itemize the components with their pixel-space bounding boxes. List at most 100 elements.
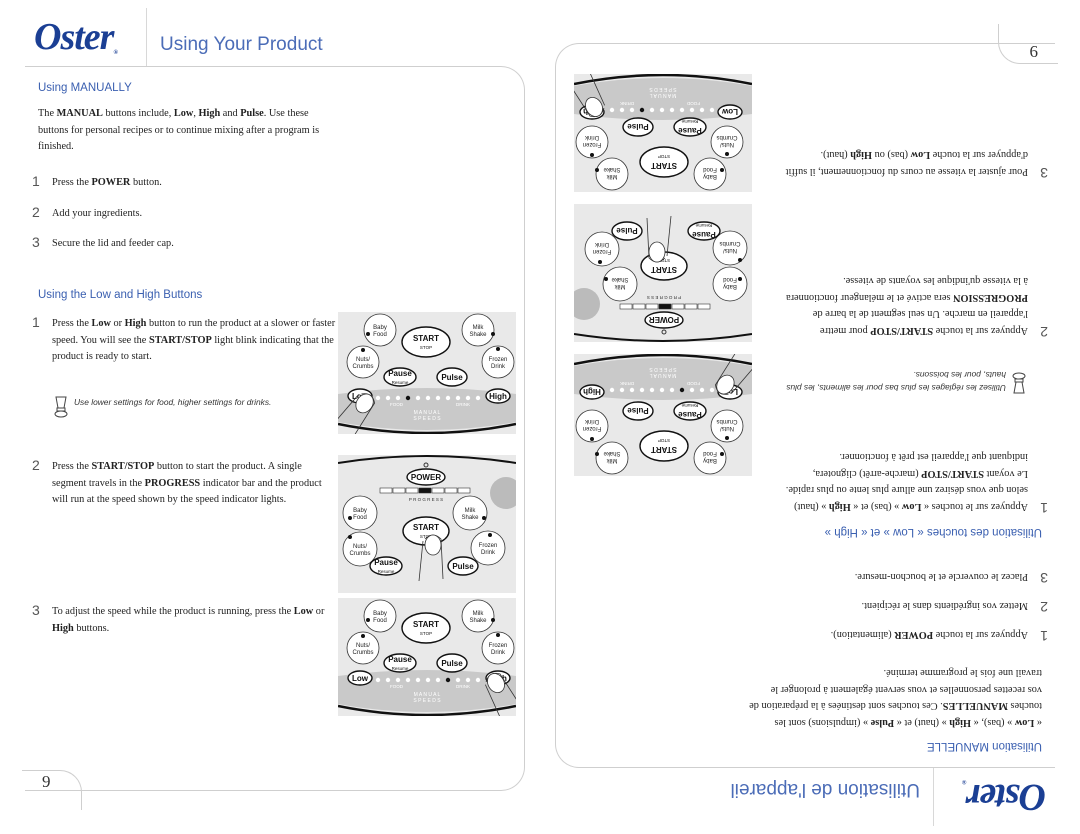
speed-light	[445, 395, 451, 401]
speed-light	[455, 677, 461, 683]
indicator-light	[720, 452, 724, 456]
header-divider	[933, 768, 934, 826]
indicator-light	[595, 168, 599, 172]
step-text: Add your ingredients.	[52, 206, 338, 223]
tip-text: Use lower settings for food, higher sett…	[74, 397, 272, 407]
text-run: (haut).	[820, 149, 851, 161]
indicator-light	[491, 618, 495, 622]
step-number: 2	[1040, 599, 1048, 615]
speed-light	[679, 107, 685, 113]
text-run: » (haut) et «	[894, 717, 950, 728]
pause-button: Pause Resume	[687, 221, 721, 241]
oster-logo: Oster®	[34, 16, 118, 58]
speed-light	[385, 677, 391, 683]
baby-food-button-label: Food	[703, 166, 717, 172]
step-text: Press the POWER button.	[52, 175, 338, 192]
step-text: Appuyez sur la touche START/STOP pour me…	[782, 272, 1028, 338]
step-number: 3	[32, 602, 40, 618]
bold-term: MANUAL	[56, 108, 103, 119]
start-stop-button-label: START	[413, 334, 439, 343]
speed-light	[465, 395, 471, 401]
nuts-crumbs-button-label: Nuts/	[353, 544, 367, 550]
milk-shake-button-label: Milk	[473, 611, 485, 617]
baby-food-button-label: Food	[353, 515, 367, 521]
baby-food-button: BabyFood	[342, 495, 378, 531]
page-french: Oster® Utilisation de l'appareil 6 Utili…	[540, 0, 1080, 834]
progress-segment	[697, 303, 711, 310]
speed-light	[415, 677, 421, 683]
indicator-light	[348, 535, 352, 539]
start-stop-button: START STOP	[401, 612, 451, 644]
high-button: High	[579, 384, 605, 400]
progress-segment	[658, 303, 672, 310]
speed-light	[405, 395, 411, 401]
bold-term: START/STOP	[921, 468, 984, 479]
progress-segment	[684, 303, 698, 310]
pause-button-sublabel: Resume	[695, 223, 712, 228]
text-run: buttons.	[73, 622, 110, 634]
speed-light	[609, 107, 615, 113]
frozen-drink-button-label: Frozen	[583, 425, 602, 431]
start-stop-button-sublabel: STOP	[420, 345, 432, 350]
bold-term: PROGRESS	[144, 477, 201, 489]
control-panel-illustration-start: POWER P R O G R E S S Baby Food Nuts/Crumbs M…	[574, 204, 752, 342]
start-stop-button-label: START	[651, 265, 677, 274]
text-run: The	[38, 108, 57, 119]
frozen-drink-button-label: Drink	[584, 418, 599, 424]
milk-shake-button-label: Milk	[614, 283, 626, 289]
pause-button: Pause Resume	[369, 556, 403, 576]
blender-icon	[54, 396, 68, 418]
nuts-crumbs-button: Nuts/Crumbs	[346, 631, 380, 665]
page-number-tab	[22, 770, 82, 810]
text-run: Secure the lid and feeder cap.	[52, 238, 174, 249]
indicator-light	[725, 152, 729, 156]
speed-light	[609, 387, 615, 393]
progress-segment	[444, 487, 458, 494]
high-button-label: High	[583, 387, 601, 396]
speed-light	[619, 387, 625, 393]
start-stop-button-label: START	[651, 161, 677, 170]
step-number: 2	[1040, 324, 1048, 340]
progress-segment	[632, 303, 646, 310]
frozen-drink-button: FrozenDrink	[575, 125, 609, 159]
tip-note: Use lower settings for food, higher sett…	[54, 396, 324, 418]
baby-food-button-label: Baby	[703, 457, 717, 463]
pulse-button-label: Pulse	[441, 373, 463, 382]
pause-button-sublabel: Resume	[681, 403, 698, 408]
frozen-drink-button-label: Frozen	[593, 248, 612, 254]
blender-icon	[1012, 372, 1026, 394]
manual-speeds-label: M A N U A L	[649, 372, 676, 378]
start-stop-button-label: START	[413, 523, 439, 532]
control-panel-illustration-low: FOOD DRINK M A N U A LS P E E D S Baby Food N…	[574, 354, 752, 476]
speed-light	[475, 395, 481, 401]
manual-speeds-label: S P E E D S	[649, 366, 677, 372]
milk-shake-button-label: Shake	[469, 332, 487, 338]
nuts-crumbs-button: Nuts/Crumbs	[710, 409, 744, 443]
header-divider	[146, 8, 147, 66]
bold-term: Pulse	[870, 717, 895, 728]
speed-light	[669, 387, 675, 393]
pause-button: Pause Resume	[673, 117, 707, 137]
speed-light	[659, 107, 665, 113]
pulse-button-label: Pulse	[441, 659, 463, 668]
progress-label: P R O G R E S S	[409, 497, 443, 502]
indicator-light	[348, 516, 352, 520]
speed-light	[649, 107, 655, 113]
indicator-light	[604, 277, 608, 281]
speed-light	[699, 387, 705, 393]
text-run: » (bas) et «	[850, 501, 902, 512]
pause-button: Pause Resume	[673, 401, 707, 421]
tip-text: Utilisez les réglages les plus bas pour …	[786, 370, 1006, 393]
milk-shake-button-label: Shake	[603, 166, 621, 172]
text-run: » (bas), «	[971, 717, 1015, 728]
start-stop-button-sublabel: STOP	[658, 154, 670, 159]
low-button-label: Low	[352, 674, 369, 683]
step-text: Appuyez sur la touche POWER (alimentatio…	[742, 626, 1028, 643]
step-number: 3	[1040, 165, 1048, 181]
drink-label: DRINK	[456, 684, 470, 689]
pulse-button: Pulse	[436, 367, 468, 387]
high-button: High	[485, 388, 511, 404]
pause-button-label: Pause	[678, 410, 702, 419]
bold-term: Low	[91, 318, 111, 329]
progress-segment	[405, 487, 419, 494]
